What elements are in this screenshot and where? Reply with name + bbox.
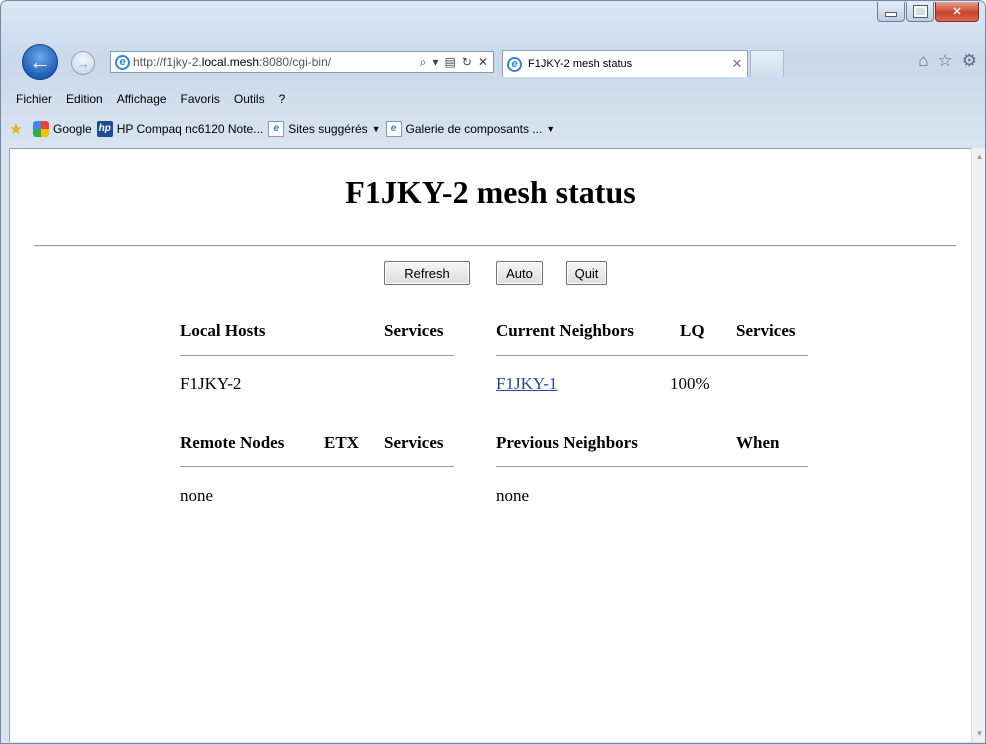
stop-icon[interactable]: ✕	[478, 55, 488, 69]
previous-neighbors-divider	[496, 466, 808, 467]
current-neighbors-header: Current Neighbors	[496, 321, 635, 340]
menu-help[interactable]: ?	[272, 92, 293, 106]
menu-bar: Fichier Edition Affichage Favoris Outils…	[1, 88, 985, 110]
minimize-icon	[885, 12, 897, 17]
favorites-star-icon: ★	[9, 120, 23, 138]
previous-neighbors-header: Previous Neighbors	[496, 433, 638, 452]
neighbor-link[interactable]: F1JKY-1	[496, 374, 557, 394]
url-suffix: :8080/cgi-bin/	[259, 55, 332, 69]
favorite-google[interactable]: Google	[33, 121, 92, 137]
local-hosts-services-header: Services	[384, 321, 444, 340]
address-bar[interactable]: e http://f1jky-2.local.mesh:8080/cgi-bin…	[110, 51, 494, 73]
navigation-bar: ← → e http://f1jky-2.local.mesh:8080/cgi…	[1, 39, 985, 89]
current-neighbors-services-header: Services	[736, 321, 796, 340]
when-header: When	[736, 433, 780, 452]
menu-fichier[interactable]: Fichier	[9, 92, 59, 106]
active-tab[interactable]: e F1JKY-2 mesh status ✕	[502, 50, 748, 77]
menu-edition[interactable]: Edition	[59, 92, 110, 106]
google-icon	[33, 121, 49, 137]
ie-page-icon: e	[115, 54, 130, 70]
local-hosts-header: Local Hosts	[180, 321, 266, 340]
url-text[interactable]: http://f1jky-2.local.mesh:8080/cgi-bin/	[133, 55, 415, 69]
ie-tab-icon: e	[507, 56, 522, 72]
address-bar-buttons: ⌕ ▾ ▤ ↻ ✕	[415, 55, 493, 70]
url-host: local.mesh	[201, 55, 260, 69]
forward-button[interactable]: →	[71, 51, 95, 75]
refresh-icon[interactable]: ↻	[462, 55, 472, 69]
close-icon: ✕	[952, 6, 962, 18]
previous-neighbors-empty: none	[496, 486, 530, 505]
compatibility-view-icon[interactable]: ▤	[445, 55, 456, 69]
menu-outils[interactable]: Outils	[227, 92, 272, 106]
new-tab-button[interactable]	[750, 50, 784, 77]
local-host-name: F1JKY-2	[180, 374, 242, 393]
tab-title: F1JKY-2 mesh status	[528, 58, 633, 70]
page-content: F1JKY-2 mesh status Refresh Auto Quit Lo…	[9, 148, 971, 742]
vertical-scrollbar[interactable]: ▲ ▼	[971, 148, 985, 742]
auto-button[interactable]: Auto	[496, 261, 543, 285]
add-favorite-button[interactable]: ★	[8, 121, 28, 137]
forward-arrow-icon: →	[76, 55, 90, 71]
lq-header: LQ	[680, 321, 705, 340]
hp-icon: hp	[96, 121, 113, 137]
remote-nodes-divider	[180, 466, 454, 467]
favorite-label: HP Compaq nc6120 Note...	[116, 122, 264, 136]
etx-header: ETX	[324, 433, 359, 452]
back-button[interactable]: ←	[22, 44, 58, 80]
ie-page-icon: e	[268, 121, 285, 137]
remote-nodes-empty: none	[180, 486, 214, 505]
toolbar-right-icons: ⌂ ☆ ⚙	[918, 51, 977, 71]
minimize-button[interactable]	[877, 2, 905, 22]
dropdown-arrow-icon: ▼	[546, 124, 556, 134]
maximize-icon	[912, 5, 928, 18]
ie-page-icon: e	[385, 121, 402, 137]
refresh-button[interactable]: Refresh	[384, 261, 470, 285]
maximize-button[interactable]	[906, 2, 934, 22]
favorite-label: Galerie de composants ...	[405, 122, 543, 136]
page-title: F1JKY-2 mesh status	[345, 174, 636, 210]
close-window-button[interactable]: ✕	[935, 2, 979, 22]
favorite-galerie[interactable]: e Galerie de composants ... ▼	[385, 121, 556, 137]
quit-button[interactable]: Quit	[566, 261, 607, 285]
local-hosts-divider	[180, 355, 454, 356]
menu-affichage[interactable]: Affichage	[110, 92, 174, 106]
neighbor-lq: 100%	[670, 374, 710, 393]
scroll-down-icon[interactable]: ▼	[972, 729, 985, 738]
scroll-up-icon[interactable]: ▲	[972, 152, 985, 161]
favorites-star-icon[interactable]: ☆	[938, 51, 953, 71]
remote-nodes-services-header: Services	[384, 433, 444, 452]
back-arrow-icon: ←	[29, 49, 51, 74]
current-neighbors-divider	[496, 355, 808, 356]
favorite-label: Sites suggérés	[288, 122, 368, 136]
remote-nodes-header: Remote Nodes	[180, 433, 285, 452]
tab-close-icon[interactable]: ✕	[727, 56, 747, 72]
dropdown-arrow-icon: ▼	[371, 124, 381, 134]
menu-favoris[interactable]: Favoris	[174, 92, 227, 106]
dropdown-arrow-icon[interactable]: ▾	[433, 55, 439, 69]
favorite-hp[interactable]: hp HP Compaq nc6120 Note...	[96, 121, 264, 137]
search-icon[interactable]: ⌕	[420, 55, 427, 70]
gear-icon[interactable]: ⚙	[962, 51, 977, 71]
home-icon[interactable]: ⌂	[918, 51, 928, 71]
favorites-bar: ★ Google hp HP Compaq nc6120 Note... e Sit…	[1, 110, 985, 148]
browser-window: ✕ ← → e http://f1jky-2.local.mesh:8080/c…	[0, 0, 986, 744]
horizontal-rule	[34, 245, 956, 247]
favorite-label: Google	[53, 122, 92, 136]
url-prefix: http://f1jky-2.	[133, 55, 202, 69]
favorite-sites-suggeres[interactable]: e Sites suggérés ▼	[268, 121, 381, 137]
window-controls: ✕	[877, 2, 979, 22]
